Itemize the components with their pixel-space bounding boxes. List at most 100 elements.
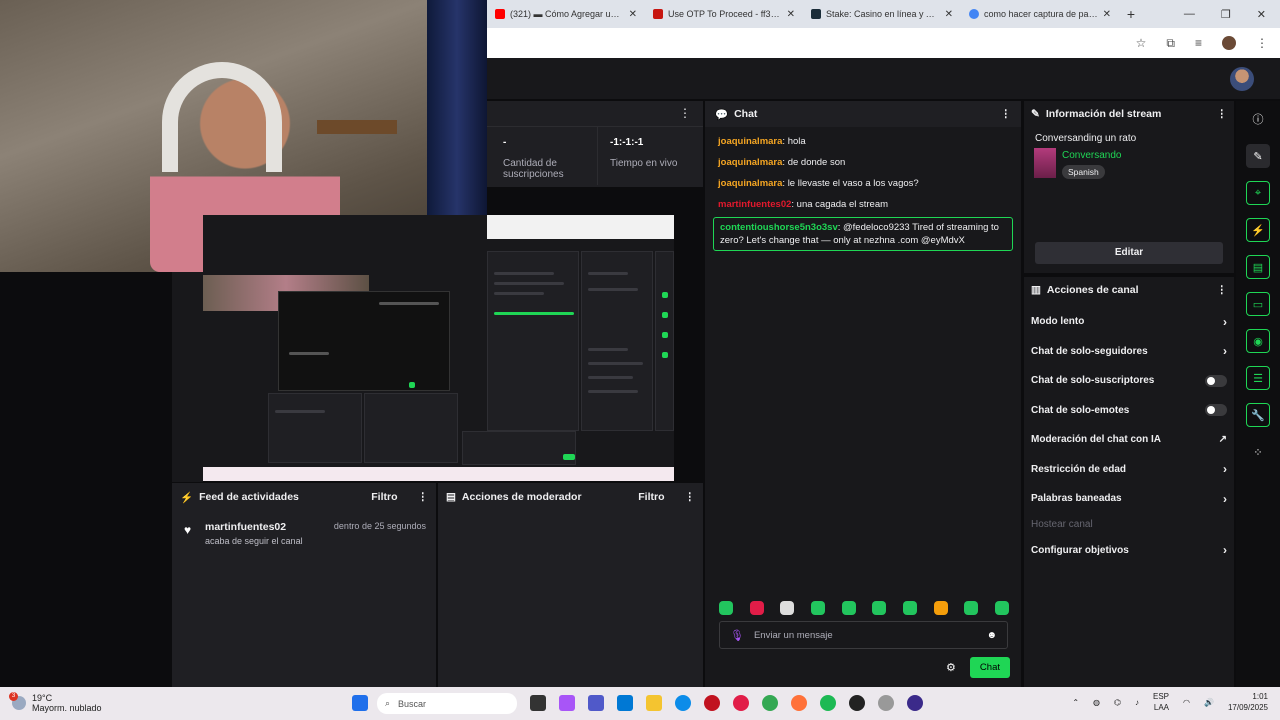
tray-app-icon[interactable]: ◍ <box>1093 698 1100 707</box>
media-controls-icon[interactable]: ≡ <box>1195 36 1202 50</box>
heart-icon: ♥ <box>184 523 192 537</box>
app-icon[interactable] <box>907 695 923 711</box>
copilot-icon[interactable] <box>559 695 575 711</box>
chat-username[interactable]: joaquinalmara <box>718 136 782 147</box>
more-options-icon[interactable]: ⋮ <box>1217 108 1228 120</box>
youtube-icon[interactable] <box>733 695 749 711</box>
close-icon[interactable]: ✕ <box>1103 9 1111 20</box>
subscribers-only-toggle[interactable] <box>1205 374 1227 387</box>
store-icon[interactable] <box>617 695 633 711</box>
extensions-icon[interactable]: ⧉ <box>1166 36 1175 51</box>
browser-tab-3[interactable]: Stake: Casino en línea y Apues ✕ <box>803 0 961 28</box>
chrome-icon[interactable] <box>762 695 778 711</box>
emote-icon[interactable] <box>719 601 733 615</box>
folder-icon[interactable] <box>646 695 662 711</box>
task-view-icon[interactable] <box>530 695 546 711</box>
send-chat-button[interactable]: Chat <box>969 657 1010 678</box>
emote-icon[interactable] <box>902 601 917 615</box>
filter-button[interactable]: Filtro <box>371 491 397 503</box>
document-icon[interactable]: ▤ <box>1246 255 1270 279</box>
close-icon[interactable]: ✕ <box>945 9 953 20</box>
wifi-icon[interactable]: ◠ <box>1183 698 1190 707</box>
chat-panel: 💬 Chat ⋮ joaquinalmara: hola joaquinalma… <box>705 101 1021 687</box>
gear-icon[interactable]: ⚙ <box>946 661 956 674</box>
close-icon[interactable]: ✕ <box>629 9 637 20</box>
channel-actions-header: ▥ Acciones de canal ⋮ <box>1024 277 1234 303</box>
document-icon: ▤ <box>446 491 456 503</box>
windows-start-icon[interactable] <box>352 695 368 711</box>
browser-menu-icon[interactable]: ⋮ <box>1256 36 1268 50</box>
chat-icon[interactable]: ▭ <box>1246 292 1270 316</box>
emote-icon[interactable] <box>749 601 764 615</box>
chat-username[interactable]: contentioushorse5n3o3sv <box>720 222 838 233</box>
chat-input[interactable]: 🎙 Enviar un mensaje ☻ <box>719 621 1008 649</box>
more-options-icon[interactable]: ⋮ <box>1217 284 1228 296</box>
user-avatar[interactable] <box>1230 67 1254 91</box>
layout-icon[interactable]: ☰ <box>1246 366 1270 390</box>
network-icon[interactable]: ⌬ <box>1114 698 1121 707</box>
browser-tab-2[interactable]: Use OTP To Proceed - ff3982f ✕ <box>645 0 803 28</box>
weather-widget[interactable]: 3 19°C Mayorm. nublado <box>9 692 102 713</box>
clock[interactable]: 1:01 17/09/2025 <box>1228 691 1268 713</box>
broadcast-icon[interactable]: ◉ <box>1246 329 1270 353</box>
chevron-up-icon[interactable]: ⌃ <box>1072 698 1079 707</box>
new-tab-button[interactable]: + <box>1119 6 1143 22</box>
emote-icon[interactable] <box>872 601 887 615</box>
filter-button[interactable]: Filtro <box>638 491 664 503</box>
chat-username[interactable]: martinfuentes02 <box>718 199 791 210</box>
action-configure-goals[interactable]: Configurar objetivos › <box>1024 536 1234 566</box>
minimize-icon[interactable]: — <box>1184 8 1195 21</box>
emote-icon[interactable] <box>810 601 825 615</box>
focus-icon[interactable]: ⌖ <box>1246 181 1270 205</box>
chat-username[interactable]: joaquinalmara <box>718 178 782 189</box>
action-followers-only[interactable]: Chat de solo-seguidores › <box>1024 337 1234 367</box>
action-ai-moderation[interactable]: Moderación del chat con IA ↗ <box>1024 425 1234 455</box>
browser-tab-1[interactable]: (321) ▬ Cómo Agregar una W ✕ <box>487 0 645 28</box>
microphone-icon[interactable]: 🎙 <box>730 629 744 642</box>
teams-icon[interactable] <box>588 695 604 711</box>
language-indicator[interactable]: ESP LAA <box>1153 691 1169 713</box>
emote-icon[interactable] <box>841 601 856 615</box>
clock-time: 1:01 <box>1252 692 1268 701</box>
emote-icon[interactable] <box>933 601 948 615</box>
emotes-only-toggle[interactable] <box>1205 404 1227 417</box>
emoji-picker-icon[interactable]: ☻ <box>986 630 997 641</box>
bookmark-star-icon[interactable]: ☆ <box>1136 36 1147 50</box>
emote-icon[interactable] <box>964 601 979 615</box>
more-options-icon[interactable]: ⋮ <box>1001 108 1012 120</box>
emote-icon[interactable] <box>780 601 795 615</box>
action-age-restriction[interactable]: Restricción de edad › <box>1024 455 1234 485</box>
steam-icon[interactable] <box>878 695 894 711</box>
action-banned-words[interactable]: Palabras baneadas › <box>1024 484 1234 514</box>
volume-icon[interactable]: 🔊 <box>1204 698 1214 707</box>
obs-icon[interactable] <box>849 695 865 711</box>
chat-message: joaquinalmara: hola <box>705 135 1021 148</box>
restore-icon[interactable]: ❐ <box>1221 8 1231 21</box>
bolt-icon[interactable]: ⚡ <box>1246 218 1270 242</box>
spotify-icon[interactable] <box>820 695 836 711</box>
profile-avatar[interactable] <box>1222 36 1236 50</box>
close-window-icon[interactable]: ✕ <box>1257 8 1266 21</box>
info-icon[interactable]: ⓘ <box>1246 107 1270 131</box>
firefox-icon[interactable] <box>791 695 807 711</box>
edit-button[interactable]: Editar <box>1035 242 1223 264</box>
pencil-icon[interactable]: ✎ <box>1246 144 1270 168</box>
action-label: Chat de solo-seguidores <box>1031 345 1148 357</box>
action-label: Hostear canal <box>1031 519 1093 530</box>
more-options-icon[interactable]: ⋮ <box>685 491 696 503</box>
edge-icon[interactable] <box>675 695 691 711</box>
wrench-icon[interactable]: 🔧 <box>1246 403 1270 427</box>
chat-username[interactable]: joaquinalmara <box>718 157 782 168</box>
emote-icon[interactable] <box>994 601 1009 615</box>
browser-tab-4[interactable]: como hacer captura de pantall ✕ <box>961 0 1119 28</box>
dots-grid-icon[interactable]: ⁘ <box>1246 440 1270 464</box>
channel-actions-title: Acciones de canal <box>1046 284 1139 296</box>
app-icon[interactable] <box>704 695 720 711</box>
category-name[interactable]: Conversando <box>1062 150 1121 161</box>
microphone-icon[interactable]: ♪ <box>1135 698 1139 707</box>
more-options-icon[interactable]: ⋮ <box>418 491 429 503</box>
action-slow-mode[interactable]: Modo lento › <box>1024 307 1234 337</box>
close-icon[interactable]: ✕ <box>787 9 795 20</box>
taskbar-search[interactable]: ⌕ Buscar <box>377 693 517 714</box>
more-options-icon[interactable]: ⋮ <box>679 106 691 120</box>
